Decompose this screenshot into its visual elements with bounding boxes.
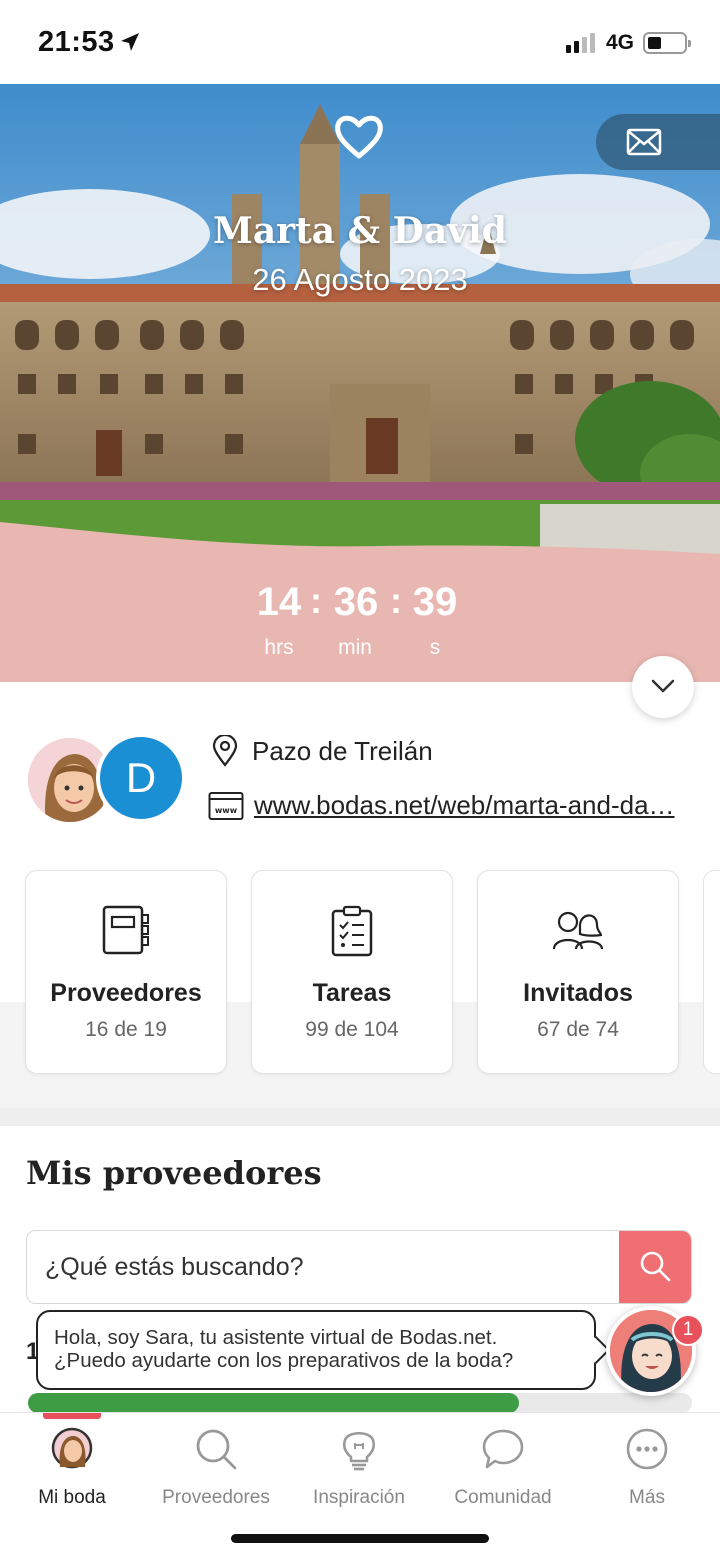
cellular-signal-icon xyxy=(566,33,595,53)
couple-names: Marta & David xyxy=(213,210,507,252)
tab-label: Mi boda xyxy=(38,1487,106,1508)
tab-proveedores[interactable]: Proveedores xyxy=(146,1427,286,1517)
assistant-message-line: ¿Puedo ayudarte con los preparativos de … xyxy=(54,1349,514,1372)
tab-label: Comunidad xyxy=(454,1487,552,1508)
stat-title: Invitados xyxy=(523,979,633,1007)
stat-title: Tareas xyxy=(312,979,392,1007)
location-pin-icon xyxy=(212,735,238,767)
tab-label: Proveedores xyxy=(162,1487,270,1508)
expand-hero-button[interactable] xyxy=(632,656,694,718)
stat-count: 67 de 74 xyxy=(537,1018,619,1041)
stat-card-invitados[interactable]: Invitados 67 de 74 xyxy=(477,870,679,1074)
checklist-icon xyxy=(331,905,373,957)
stat-card-tareas[interactable]: Tareas 99 de 104 xyxy=(251,870,453,1074)
status-bar: 21:53 4G xyxy=(0,0,720,84)
tab-mas[interactable]: Más xyxy=(577,1427,717,1517)
svg-text:www: www xyxy=(215,806,238,815)
location-arrow-icon xyxy=(118,30,142,59)
chevron-down-icon xyxy=(651,679,675,693)
assistant-message[interactable]: Hola, soy Sara, tu asistente virtual de … xyxy=(36,1310,611,1390)
status-time: 21:53 xyxy=(38,26,115,58)
stat-card-next[interactable] xyxy=(703,870,720,1074)
stat-count: 16 de 19 xyxy=(85,1018,167,1041)
guests-icon xyxy=(552,911,604,950)
vendor-search xyxy=(26,1230,692,1304)
active-tab-indicator xyxy=(43,1413,101,1419)
stat-card-proveedores[interactable]: Proveedores 16 de 19 xyxy=(25,870,227,1074)
partner-avatar[interactable]: D xyxy=(96,733,186,823)
search-button[interactable] xyxy=(619,1231,691,1303)
countdown-hours-label: hrs xyxy=(264,636,294,659)
stat-title: Proveedores xyxy=(50,979,202,1007)
stat-count: 99 de 104 xyxy=(305,1018,399,1041)
countdown-seconds-label: s xyxy=(429,636,441,659)
wedding-hero: Marta & David 26 Agosto 2023 14 : 36 : 3… xyxy=(0,84,720,682)
more-icon xyxy=(626,1428,668,1470)
network-type: 4G xyxy=(606,31,635,54)
battery-icon xyxy=(643,32,691,54)
assistant-message-line: Hola, soy Sara, tu asistente virtual de … xyxy=(54,1326,498,1349)
section-divider xyxy=(0,1108,720,1126)
notebook-icon xyxy=(102,905,149,955)
home-indicator xyxy=(231,1534,489,1543)
wedding-website-row[interactable]: www www.bodas.net/web/marta-and-da… xyxy=(208,790,698,821)
tab-mi-boda[interactable]: Mi boda xyxy=(2,1427,142,1517)
vendors-progress-fill xyxy=(28,1393,520,1413)
countdown-minutes: 36 xyxy=(333,580,379,624)
search-icon xyxy=(640,1251,671,1282)
tab-label: Inspiración xyxy=(313,1487,405,1508)
invitations-button[interactable] xyxy=(596,114,720,170)
search-input[interactable] xyxy=(45,1231,605,1303)
countdown-minutes-label: min xyxy=(338,636,372,659)
countdown-hours: 14 xyxy=(256,580,302,624)
website-icon: www xyxy=(208,791,244,820)
countdown: 14 : 36 : 39 hrs min s xyxy=(0,580,720,670)
chat-bubble-icon xyxy=(482,1429,524,1469)
tab-label: Más xyxy=(629,1487,665,1508)
venue-row[interactable]: Pazo de Treilán xyxy=(212,735,433,767)
avatar-icon xyxy=(51,1427,93,1469)
heart-icon xyxy=(332,112,386,165)
tab-inspiracion[interactable]: Inspiración xyxy=(289,1427,429,1517)
wedding-date: 26 Agosto 2023 xyxy=(252,262,468,297)
notification-badge: 1 xyxy=(672,1314,704,1346)
vendors-progress-bar xyxy=(28,1393,692,1413)
tab-comunidad[interactable]: Comunidad xyxy=(433,1427,573,1517)
wedding-website-link[interactable]: www.bodas.net/web/marta-and-da… xyxy=(254,790,692,821)
venue-name: Pazo de Treilán xyxy=(252,735,433,766)
section-title: Mis proveedores xyxy=(26,1154,322,1192)
envelope-icon xyxy=(626,128,662,156)
lightbulb-icon xyxy=(342,1431,376,1471)
countdown-seconds: 39 xyxy=(412,580,458,624)
search-icon xyxy=(196,1429,237,1470)
